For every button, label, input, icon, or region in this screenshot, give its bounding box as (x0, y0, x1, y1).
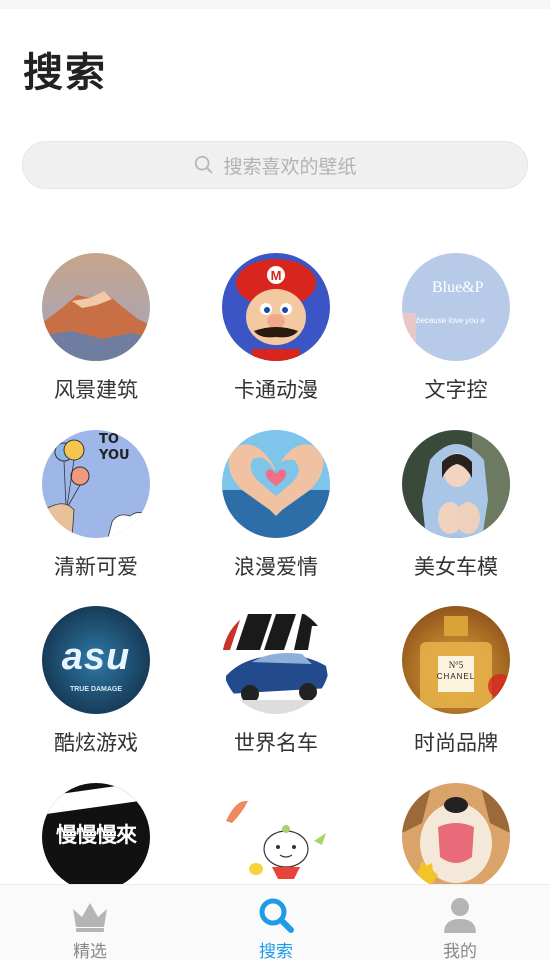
tab-featured[interactable]: 精选 (0, 885, 180, 962)
category-label: 浪漫爱情 (234, 555, 318, 579)
tab-mine[interactable]: 我的 (370, 885, 550, 962)
category-cartoon[interactable]: M 卡通动漫 (186, 253, 366, 405)
category-label: 文字控 (424, 378, 488, 402)
category-label: 清新可爱 (54, 555, 138, 579)
category-landscape[interactable]: 风景建筑 (6, 253, 186, 405)
category-label: 卡通动漫 (234, 378, 318, 402)
category-label: 时尚品牌 (414, 731, 498, 755)
thumb-text: TO (99, 432, 119, 447)
category-text[interactable]: Blue&P because love you e 文字控 (366, 253, 546, 405)
thumb-text: asu (61, 636, 131, 678)
crown-icon (73, 903, 107, 932)
cartoon-thumbnail: M (222, 253, 330, 361)
category-label: 风景建筑 (54, 378, 138, 402)
category-romance[interactable]: 浪漫爱情 (186, 430, 366, 582)
fashion-brand-thumbnail: N°5 CHANEL (402, 606, 510, 714)
category-item[interactable] (186, 783, 366, 884)
dog-thumbnail (402, 783, 510, 884)
tab-search[interactable]: 搜索 (186, 885, 366, 962)
category-label: 世界名车 (234, 731, 318, 755)
search-icon (259, 898, 294, 933)
game-thumbnail: asu TRUE DAMAGE (42, 606, 150, 714)
model-thumbnail (402, 430, 510, 538)
thumb-text: YOU (99, 448, 130, 463)
cars-thumbnail (222, 606, 330, 714)
thumb-text: TRUE DAMAGE (69, 686, 123, 693)
fresh-cute-thumbnail: TO YOU (42, 430, 150, 538)
landscape-thumbnail (42, 253, 150, 361)
category-cars[interactable]: 世界名车 (186, 606, 366, 758)
category-fashion-brand[interactable]: N°5 CHANEL 时尚品牌 (366, 606, 546, 758)
cute-doodle-thumbnail (222, 783, 330, 884)
person-icon (444, 898, 476, 933)
thumb-text: because love you e (416, 316, 485, 325)
category-label: 美女车模 (414, 555, 498, 579)
category-item[interactable] (366, 783, 546, 884)
thumb-text: 慢慢慢來 (56, 823, 137, 847)
slow-text-thumbnail: 慢慢慢來 (42, 783, 150, 884)
thumb-text: N°5 (448, 660, 464, 670)
tab-label: 我的 (443, 942, 477, 962)
text-thumbnail: Blue&P because love you e (402, 253, 510, 361)
category-game[interactable]: asu TRUE DAMAGE 酷炫游戏 (6, 606, 186, 758)
tab-label: 精选 (73, 942, 107, 962)
thumb-text: Blue&P (432, 279, 484, 296)
category-grid: 风景建筑 M 卡通动漫 Blue&P because love you e 文字… (0, 0, 550, 884)
category-label: 酷炫游戏 (54, 731, 138, 755)
bottom-tab-bar: 精选 搜索 我的 (0, 884, 550, 962)
tab-label: 搜索 (259, 942, 293, 962)
category-item[interactable]: 慢慢慢來 (6, 783, 186, 884)
category-model[interactable]: 美女车模 (366, 430, 546, 582)
romance-thumbnail (222, 430, 330, 538)
thumb-text: CHANEL (436, 672, 476, 681)
svg-text:M: M (271, 268, 282, 283)
category-fresh-cute[interactable]: TO YOU 清新可爱 (6, 430, 186, 582)
